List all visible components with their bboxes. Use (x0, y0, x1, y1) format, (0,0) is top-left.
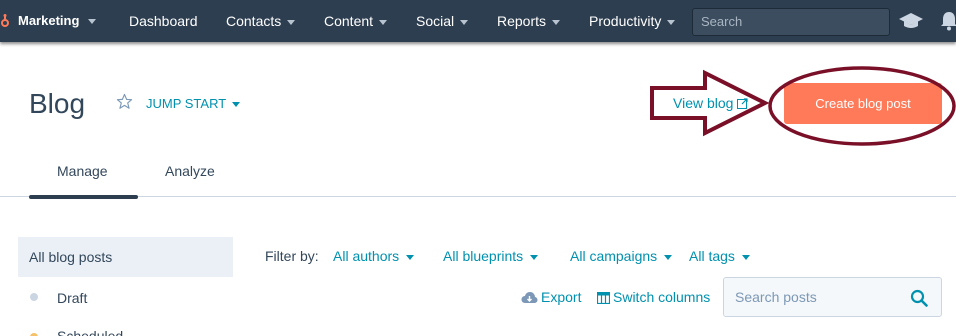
filter-blueprints-dropdown[interactable]: All blueprints (443, 248, 539, 264)
sidebar-item-label: All blog posts (29, 249, 113, 265)
view-blog-label: View blog (673, 95, 734, 111)
filter-tags-label: All tags (689, 248, 735, 264)
nav-dashboard[interactable]: Dashboard (129, 0, 198, 42)
nav-dashboard-label: Dashboard (129, 13, 198, 29)
chevron-down-icon (530, 254, 539, 260)
filter-campaigns-label: All campaigns (570, 248, 658, 264)
external-link-icon (737, 98, 749, 109)
search-icon[interactable] (910, 289, 928, 307)
filter-by-label: Filter by: (265, 248, 319, 264)
chevron-down-icon (664, 254, 673, 260)
export-button[interactable]: Export (521, 289, 581, 305)
nav-contacts[interactable]: Contacts (226, 0, 296, 42)
nav-content-label: Content (324, 13, 374, 29)
filter-tags-dropdown[interactable]: All tags (689, 248, 750, 264)
filter-authors-label: All authors (333, 248, 400, 264)
tabs-divider (0, 196, 956, 197)
switch-columns-label: Switch columns (613, 289, 711, 305)
chevron-down-icon (379, 19, 388, 25)
nav-productivity-label: Productivity (589, 13, 662, 29)
chevron-down-icon (552, 19, 561, 25)
active-tab-indicator (29, 195, 138, 199)
filter-campaigns-dropdown[interactable]: All campaigns (570, 248, 673, 264)
nav-reports[interactable]: Reports (497, 0, 561, 42)
bell-icon[interactable] (940, 11, 956, 31)
blog-selector-dropdown[interactable]: JUMP START (146, 96, 241, 111)
star-icon[interactable] (116, 93, 133, 110)
filter-blueprints-label: All blueprints (443, 248, 524, 264)
search-posts-field (723, 277, 942, 317)
global-search-input[interactable]: Search (692, 8, 890, 36)
chevron-down-icon (460, 19, 469, 25)
global-search-placeholder: Search (701, 14, 743, 29)
switch-columns-button[interactable]: Switch columns (596, 289, 711, 305)
nav-brand-label: Marketing (18, 13, 80, 28)
search-posts-input[interactable] (725, 279, 905, 315)
cloud-download-icon (521, 292, 538, 303)
chevron-down-icon (88, 19, 96, 24)
graduation-cap-icon[interactable] (898, 12, 924, 30)
status-dot-icon (30, 293, 38, 301)
chevron-down-icon (287, 19, 296, 25)
create-blog-post-button[interactable]: Create blog post (784, 83, 942, 124)
blog-selector-label: JUMP START (146, 96, 227, 111)
tab-analyze[interactable]: Analyze (165, 163, 215, 179)
nav-social-label: Social (416, 13, 455, 29)
sidebar-item-all-blog-posts[interactable]: All blog posts (18, 237, 233, 277)
sidebar-item-draft[interactable]: Draft (30, 290, 210, 308)
page-title: Blog (29, 88, 86, 119)
top-navigation: Marketing Dashboard Contacts Content Soc… (0, 0, 956, 42)
sidebar-item-scheduled[interactable]: Scheduled (30, 328, 210, 336)
chevron-down-icon (667, 19, 676, 25)
nav-content[interactable]: Content (324, 0, 388, 42)
nav-productivity[interactable]: Productivity (589, 0, 676, 42)
nav-social[interactable]: Social (416, 0, 469, 42)
chevron-down-icon (406, 254, 415, 260)
nav-reports-label: Reports (497, 13, 547, 29)
sidebar-item-label: Draft (57, 290, 88, 306)
export-label: Export (541, 289, 582, 305)
chevron-down-icon (741, 254, 750, 260)
columns-icon (596, 291, 611, 305)
nav-contacts-label: Contacts (226, 13, 282, 29)
chevron-down-icon (232, 102, 241, 108)
view-blog-link[interactable]: View blog (673, 95, 749, 111)
hubspot-sprocket-icon (1, 14, 9, 27)
sidebar-item-label: Scheduled (57, 328, 124, 336)
nav-brand-menu[interactable]: Marketing (0, 0, 100, 42)
tab-manage[interactable]: Manage (57, 163, 108, 179)
app-root: Marketing Dashboard Contacts Content Soc… (0, 0, 956, 336)
filter-authors-dropdown[interactable]: All authors (333, 248, 415, 264)
